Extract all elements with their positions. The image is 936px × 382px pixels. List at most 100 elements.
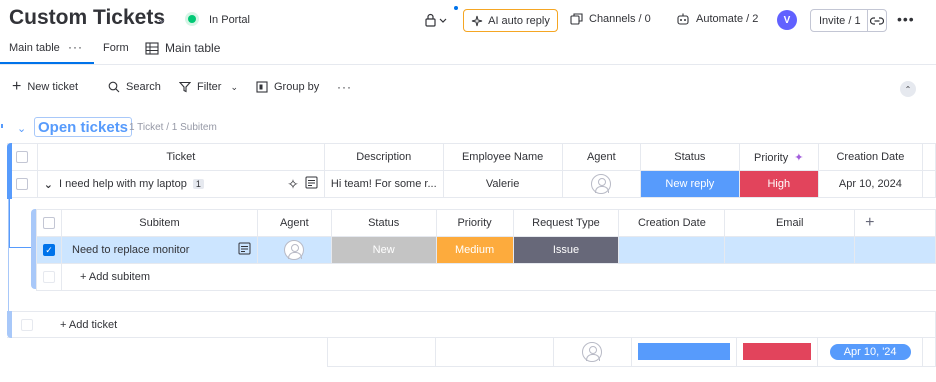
tab-options-icon[interactable]: ··· xyxy=(68,40,83,54)
status-distribution-bar[interactable] xyxy=(638,343,731,361)
person-icon[interactable] xyxy=(591,174,612,194)
date-range-pill[interactable]: Apr 10, '24 xyxy=(829,343,911,360)
updates-icon[interactable] xyxy=(305,176,318,192)
summary-date[interactable]: Apr 10, '24 xyxy=(817,338,923,367)
subitems-table: Subitem Agent Status Priority Request Ty… xyxy=(36,209,936,291)
add-subitem-row[interactable]: + Add subitem xyxy=(36,263,936,291)
subitem-select-cell[interactable]: ✓ xyxy=(36,236,62,264)
subitem-select-all-checkbox[interactable] xyxy=(43,217,55,230)
subitem-checkbox-checked[interactable]: ✓ xyxy=(43,244,55,257)
table-header-row: Ticket Description Employee Name Agent S… xyxy=(7,143,936,171)
tab-main-table-2[interactable]: Main table xyxy=(145,41,220,55)
subitem-row[interactable]: ✓ Need to replace monitor New Medium Iss… xyxy=(36,236,936,264)
collapse-up-icon[interactable]: ⌃ xyxy=(900,81,916,97)
subitem-tree-line xyxy=(9,199,10,247)
summary-row: Apr 10, '24 xyxy=(326,338,936,367)
add-ticket-row[interactable]: + Add ticket xyxy=(7,311,936,338)
subitem-name-cell[interactable]: Need to replace monitor xyxy=(61,236,258,264)
group-by-button[interactable]: Group by xyxy=(256,81,319,93)
subitem-header-request-type[interactable]: Request Type xyxy=(512,209,620,237)
subitem-select-all-cell[interactable] xyxy=(36,209,62,237)
add-subitem-input[interactable]: + Add subitem xyxy=(61,263,936,291)
group-color-bar xyxy=(7,143,12,199)
column-header-employee[interactable]: Employee Name xyxy=(442,143,563,171)
subitem-count-badge[interactable]: 1 xyxy=(192,179,204,189)
tab-main-table-2-label: Main table xyxy=(165,41,221,55)
subitem-tree-branch xyxy=(9,247,33,248)
board-title[interactable]: Custom Tickets xyxy=(9,6,165,30)
column-header-status[interactable]: Status xyxy=(640,143,740,171)
filter-icon xyxy=(179,81,191,93)
subitem-name[interactable]: Need to replace monitor xyxy=(72,244,189,256)
tab-form[interactable]: Form xyxy=(103,42,129,54)
creation-date-cell[interactable]: Apr 10, 2024 xyxy=(817,170,923,198)
subitem-header-status[interactable]: Status xyxy=(330,209,437,237)
toolbar-more-icon[interactable]: ··· xyxy=(337,80,352,94)
new-ticket-button[interactable]: + New ticket xyxy=(12,79,78,95)
subitem-priority-cell[interactable]: Medium xyxy=(435,236,514,264)
column-header-priority[interactable]: Priority ✦ xyxy=(738,143,819,171)
priority-distribution-bar[interactable] xyxy=(743,343,812,361)
channels-label: Channels / 0 xyxy=(589,13,651,25)
table-row[interactable]: ⌄ I need help with my laptop 1 ✧ Hi team… xyxy=(7,170,936,198)
subitem-request-type-cell[interactable]: Issue xyxy=(512,236,620,264)
invite-label[interactable]: Invite / 1 xyxy=(811,10,868,31)
subitem-header-priority[interactable]: Priority xyxy=(435,209,514,237)
summary-priority[interactable] xyxy=(736,338,819,367)
search-button[interactable]: Search xyxy=(108,81,161,93)
more-options-icon[interactable]: ••• xyxy=(897,11,915,27)
status-cell[interactable]: New reply xyxy=(640,170,740,198)
portal-status-label: In Portal xyxy=(209,14,250,26)
ticket-name-cell[interactable]: ⌄ I need help with my laptop 1 ✧ xyxy=(36,170,325,198)
subitem-email-cell[interactable] xyxy=(724,236,856,264)
select-all-checkbox[interactable] xyxy=(16,151,29,164)
tabs-divider xyxy=(0,64,936,65)
column-header-creation-date[interactable]: Creation Date xyxy=(817,143,923,171)
subitems-header-row: Subitem Agent Status Priority Request Ty… xyxy=(36,209,936,237)
priority-header-label: Priority xyxy=(753,151,789,164)
channels-icon xyxy=(570,13,583,25)
ticket-name[interactable]: I need help with my laptop xyxy=(59,178,187,190)
tab-main-table[interactable]: Main table xyxy=(9,42,60,54)
add-ticket-input[interactable]: + Add ticket xyxy=(60,319,117,331)
filter-button[interactable]: Filter ⌄ xyxy=(179,81,238,93)
link-icon[interactable] xyxy=(868,16,886,26)
subitem-updates-icon[interactable] xyxy=(238,242,251,258)
row-checkbox[interactable] xyxy=(16,178,29,191)
ai-auto-reply-label: AI auto reply xyxy=(488,14,550,27)
person-icon[interactable] xyxy=(284,240,305,260)
subitem-header-email[interactable]: Email xyxy=(724,209,856,237)
add-subitem-checkbox-cell xyxy=(36,263,62,291)
subitem-header-creation-date[interactable]: Creation Date xyxy=(618,209,726,237)
column-header-agent[interactable]: Agent xyxy=(561,143,642,171)
subitem-agent-cell[interactable] xyxy=(256,236,332,264)
column-header-ticket[interactable]: Ticket xyxy=(36,143,325,171)
subitem-header-agent[interactable]: Agent xyxy=(256,209,332,237)
automate-button[interactable]: Automate / 2 xyxy=(676,13,758,25)
user-avatar[interactable]: V xyxy=(777,10,797,30)
ai-icon[interactable]: ✧ xyxy=(287,176,299,193)
lock-icon[interactable] xyxy=(424,12,448,28)
subitem-creation-date-cell[interactable] xyxy=(618,236,726,264)
summary-agent xyxy=(552,338,633,367)
agent-cell[interactable] xyxy=(561,170,642,198)
summary-description xyxy=(326,338,437,367)
plus-icon: + xyxy=(865,214,875,231)
column-header-description[interactable]: Description xyxy=(323,143,444,171)
description-cell[interactable]: Hi team! For some r... xyxy=(323,170,444,198)
expand-subitems-icon[interactable]: ⌄ xyxy=(44,178,53,191)
chevron-down-icon[interactable]: ⌄ xyxy=(156,11,167,27)
group-title[interactable]: Open tickets xyxy=(34,117,133,137)
group-collapse-icon[interactable]: ⌄ xyxy=(17,122,26,135)
group-count: 1 Ticket / 1 Subitem xyxy=(129,122,217,133)
invite-button[interactable]: Invite / 1 xyxy=(810,9,887,32)
priority-cell[interactable]: High xyxy=(738,170,819,198)
channels-button[interactable]: Channels / 0 xyxy=(570,13,651,25)
subitem-status-cell[interactable]: New xyxy=(330,236,437,264)
add-column-button[interactable]: + xyxy=(854,209,936,237)
ai-auto-reply-button[interactable]: AI auto reply xyxy=(463,9,558,32)
summary-status[interactable] xyxy=(631,338,738,367)
employee-cell[interactable]: Valerie xyxy=(442,170,563,198)
ai-sparkle-icon: ✦ xyxy=(794,151,804,164)
subitem-header-name[interactable]: Subitem xyxy=(61,209,258,237)
